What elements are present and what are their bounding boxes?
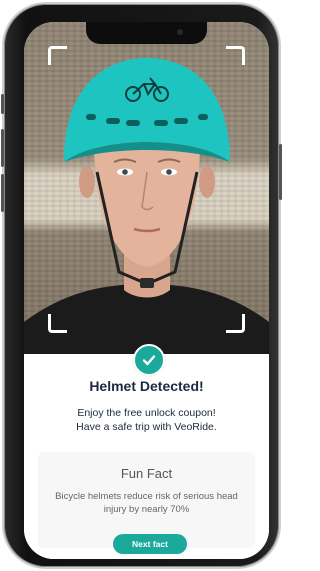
status-message-line-2: Have a safe trip with VeoRide. <box>76 421 217 433</box>
fun-fact-title: Fun Fact <box>120 466 173 481</box>
scan-frame-corner-bottom-left <box>48 314 67 333</box>
status-message-line-1: Enjoy the free unlock coupon! <box>77 407 216 419</box>
fun-fact-card: Fun Fact Bicycle helmets reduce risk of … <box>38 452 255 554</box>
volume-down-button <box>1 174 4 212</box>
fun-fact-body: Bicycle helmets reduce risk of serious h… <box>55 491 238 515</box>
app-screen: Helmet Detected! Enjoy the free unlock c… <box>24 22 269 559</box>
status-title: Helmet Detected! <box>89 378 204 394</box>
volume-up-button <box>1 129 4 167</box>
camera-preview <box>24 22 269 362</box>
status-message: Enjoy the free unlock coupon! Have a saf… <box>24 406 269 434</box>
scan-frame-corner-top-right <box>226 46 245 65</box>
mute-switch <box>1 94 4 114</box>
scan-frame-corner-top-left <box>48 46 67 65</box>
person-wearing-helmet-image <box>24 58 269 362</box>
scan-frame-corner-bottom-right <box>226 314 245 333</box>
phone-notch <box>86 22 207 44</box>
check-icon <box>133 344 165 376</box>
power-button <box>279 144 282 200</box>
phone-frame: Helmet Detected! Enjoy the free unlock c… <box>1 4 282 567</box>
next-fact-button[interactable]: Next fact <box>113 534 187 554</box>
